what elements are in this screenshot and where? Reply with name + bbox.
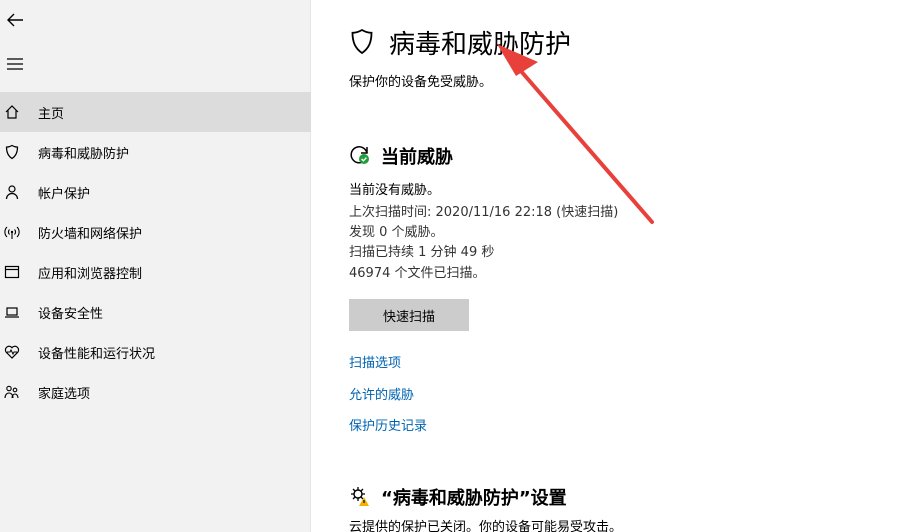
sidebar: 主页 病毒和威胁防护 帐户保护 防火墙和网络保护 应用和浏览器控制 设备安全性 … [0,0,311,532]
sidebar-item-account-protection[interactable]: 帐户保护 [0,172,311,212]
back-arrow-icon[interactable] [0,9,30,31]
sidebar-item-label: 设备安全性 [38,306,104,322]
home-icon [3,103,21,121]
scan-duration-text: 扫描已持续 1 分钟 49 秒 [349,245,495,260]
shield-icon [3,143,21,161]
threat-status-text: 当前没有威胁。 [349,183,441,198]
heart-pulse-icon [3,343,21,361]
scan-refresh-check-icon [349,144,371,170]
sidebar-item-device-security[interactable]: 设备安全性 [0,292,311,332]
files-scanned-text: 46974 个文件已扫描。 [349,266,486,281]
settings-section-title: “病毒和威胁防护”设置 [381,488,567,509]
sidebar-item-virus-protection[interactable]: 病毒和威胁防护 [0,132,311,172]
shield-icon [349,28,375,60]
sidebar-item-label: 主页 [38,106,65,122]
settings-warning-text: 云提供的保护已关闭。你的设备可能易受攻击。 [349,520,623,532]
sidebar-item-device-health[interactable]: 设备性能和运行状况 [0,332,311,372]
sidebar-item-label: 防火墙和网络保护 [38,226,143,242]
family-icon [3,383,21,401]
sidebar-item-firewall[interactable]: 防火墙和网络保护 [0,212,311,252]
hamburger-menu-icon[interactable] [0,53,30,75]
sidebar-item-home[interactable]: 主页 [0,92,311,132]
sidebar-item-family-options[interactable]: 家庭选项 [0,372,311,412]
browser-window-icon [3,263,21,281]
current-threats-title: 当前威胁 [381,147,453,168]
page-title: 病毒和威胁防护 [389,30,572,60]
main-content: 病毒和威胁防护 保护你的设备免受威胁。 当前威胁 当前没有威胁。 上次扫描时间:… [311,0,900,532]
page-subtitle: 保护你的设备免受威胁。 [349,75,493,90]
laptop-icon [3,303,21,321]
settings-warning-gear-icon [349,485,371,511]
sidebar-item-label: 帐户保护 [38,186,91,202]
last-scan-text: 上次扫描时间: 2020/11/16 22:18 (快速扫描) [349,205,619,220]
person-icon [3,183,21,201]
wifi-signal-icon [3,223,21,241]
sidebar-item-label: 家庭选项 [38,386,91,402]
scan-options-link[interactable]: 扫描选项 [349,352,401,371]
sidebar-item-label: 病毒和威胁防护 [38,146,130,162]
sidebar-item-app-browser-control[interactable]: 应用和浏览器控制 [0,252,311,292]
quick-scan-button[interactable]: 快速扫描 [349,299,469,331]
threats-found-text: 发现 0 个威胁。 [349,225,444,240]
sidebar-nav: 主页 病毒和威胁防护 帐户保护 防火墙和网络保护 应用和浏览器控制 设备安全性 … [0,92,311,412]
allowed-threats-link[interactable]: 允许的威胁 [349,384,414,403]
protection-history-link[interactable]: 保护历史记录 [349,415,427,434]
sidebar-item-label: 设备性能和运行状况 [38,346,156,362]
sidebar-item-label: 应用和浏览器控制 [38,266,143,282]
